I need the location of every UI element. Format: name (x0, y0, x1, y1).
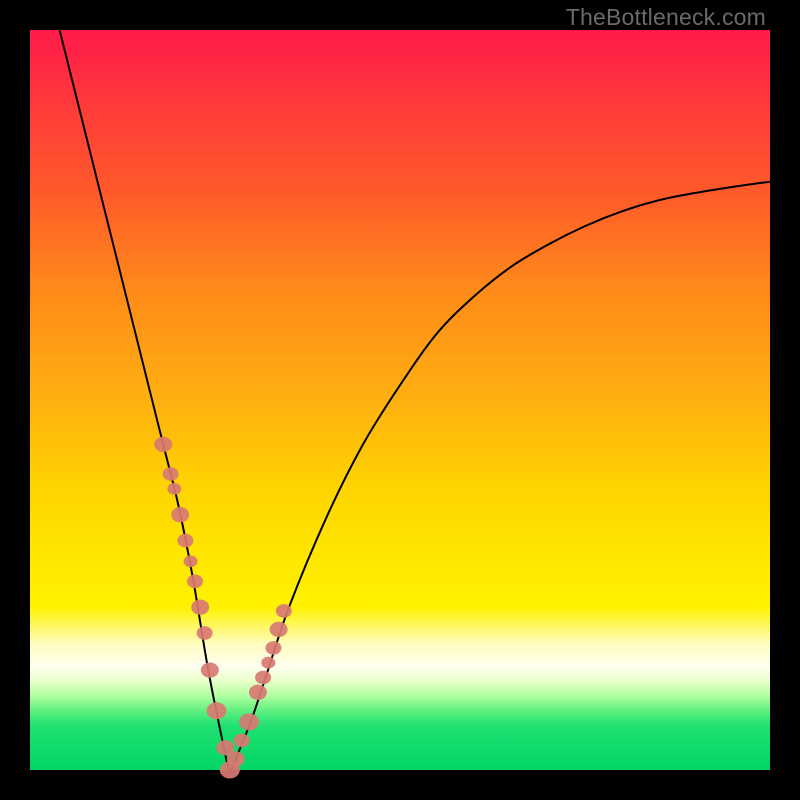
bottleneck-curve (60, 30, 770, 770)
bead (167, 483, 181, 495)
bead (227, 751, 245, 766)
bead (163, 467, 179, 481)
watermark-label: TheBottleneck.com (566, 4, 766, 31)
curve-layer (30, 30, 770, 770)
bead (255, 671, 271, 685)
bead (270, 622, 288, 637)
bead (265, 641, 281, 655)
highlight-beads (154, 437, 292, 779)
bead (201, 662, 219, 677)
bead (234, 734, 250, 748)
plot-area (30, 30, 770, 770)
bead (154, 437, 172, 452)
bead (276, 604, 292, 618)
chart-frame: TheBottleneck.com (0, 0, 800, 800)
bead (171, 507, 189, 522)
bead (206, 702, 226, 719)
bead (187, 575, 203, 589)
bead (197, 626, 213, 640)
bead (191, 600, 209, 615)
bead (261, 657, 275, 669)
bead (177, 534, 193, 548)
bead (239, 713, 259, 730)
bead (249, 685, 267, 700)
bead (184, 555, 198, 567)
